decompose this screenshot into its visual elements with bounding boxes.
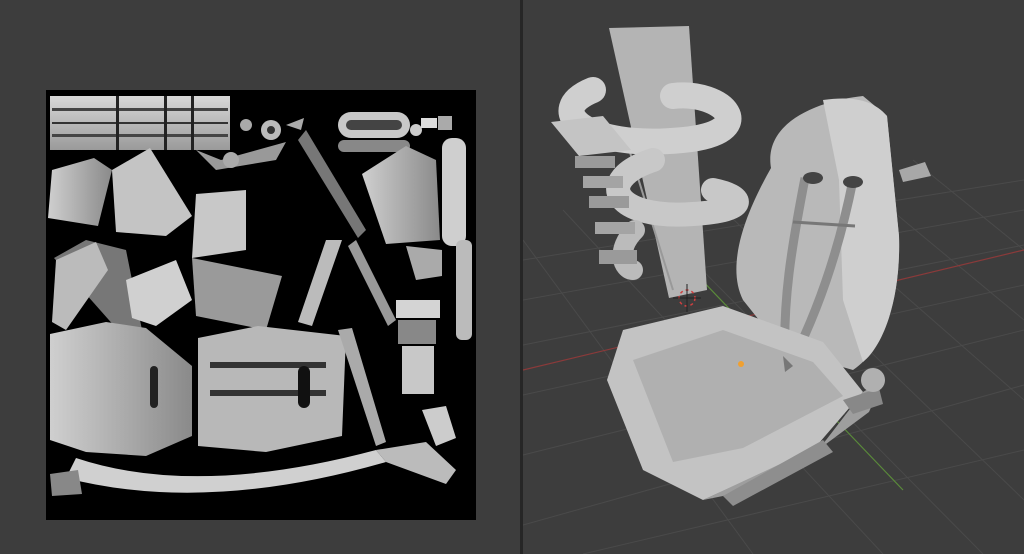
uv-island-bolster-left — [48, 148, 282, 330]
uv-island-top-right — [338, 112, 452, 152]
uv-image-editor[interactable] — [0, 0, 520, 554]
3d-viewport[interactable] — [523, 0, 1024, 554]
object-origin-dot — [738, 361, 744, 367]
uv-island-strap — [50, 96, 230, 150]
uv-texture-image[interactable] — [46, 90, 476, 520]
uv-island-seat-left — [50, 322, 192, 456]
curve-object[interactable] — [551, 26, 749, 298]
uv-island-seat-right — [198, 326, 346, 452]
viewport-scene — [523, 0, 1024, 554]
